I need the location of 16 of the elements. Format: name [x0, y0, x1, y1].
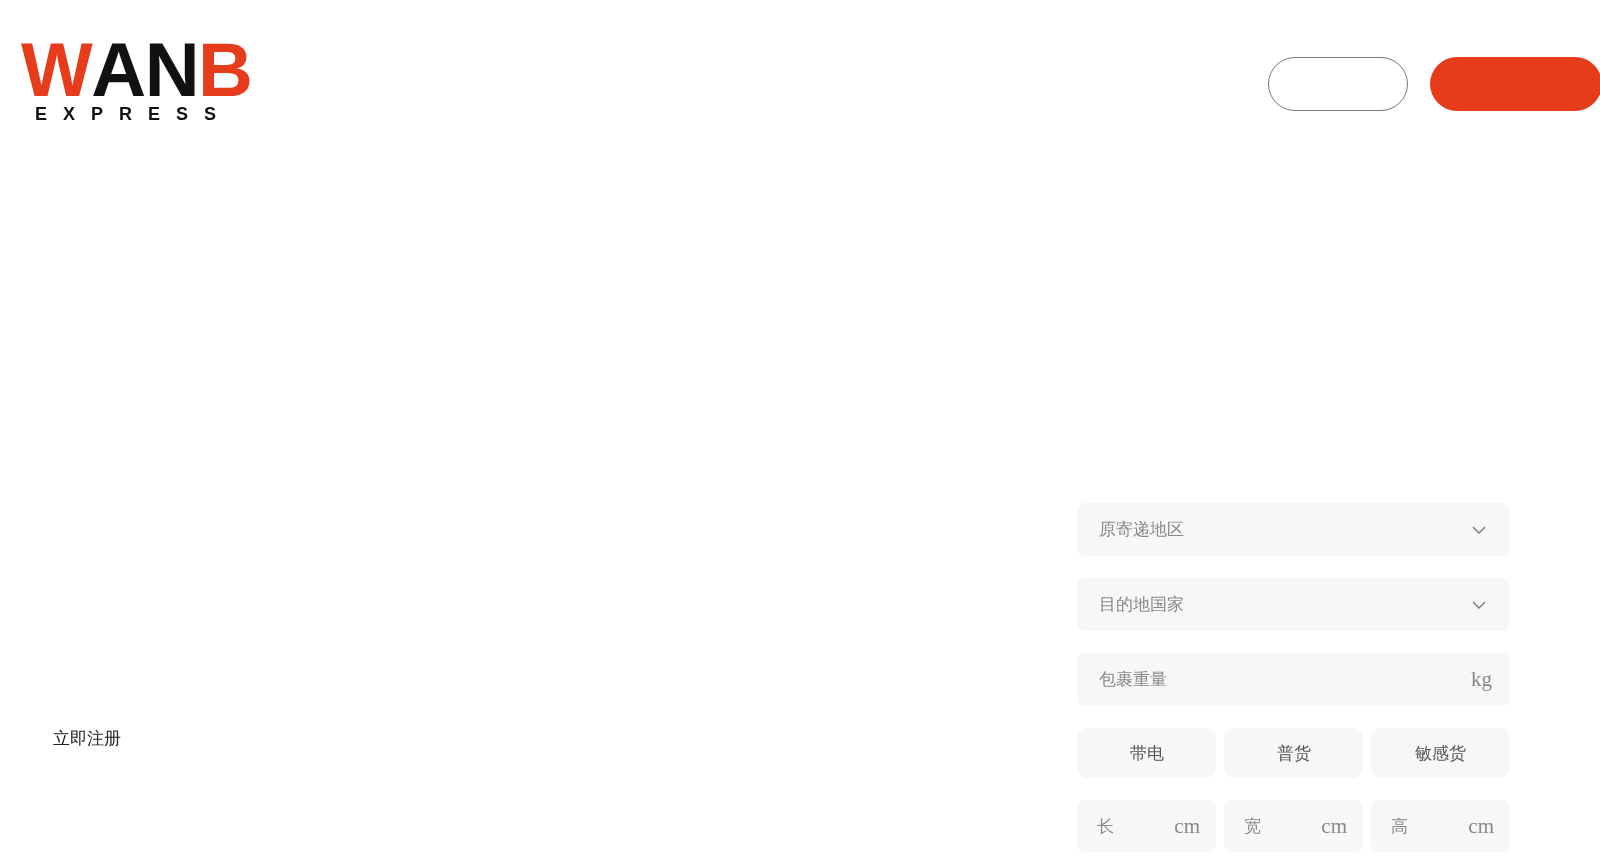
cargo-type-option[interactable]: 带电: [1077, 728, 1216, 778]
chevron-down-icon: [1472, 600, 1486, 609]
logo-tagline: EXPRESS: [35, 104, 234, 125]
header-button[interactable]: [1430, 57, 1600, 111]
select-field[interactable]: 目的地国家: [1077, 578, 1510, 631]
signup-link[interactable]: 立即注册: [53, 727, 121, 750]
cargo-type-option[interactable]: 敏感货: [1371, 728, 1510, 778]
select-field[interactable]: 原寄递地区: [1077, 503, 1510, 556]
header-button[interactable]: [1268, 57, 1408, 111]
weight-field[interactable]: 包裹重量 kg: [1077, 653, 1510, 706]
logo-wordmark: WANB: [21, 38, 249, 102]
dimension-field[interactable]: 长 cm: [1077, 800, 1216, 852]
cargo-type-option[interactable]: 普货: [1224, 728, 1363, 778]
dimension-field[interactable]: 高 cm: [1371, 800, 1510, 852]
dimension-field[interactable]: 宽 cm: [1224, 800, 1363, 852]
chevron-down-icon: [1472, 525, 1486, 534]
